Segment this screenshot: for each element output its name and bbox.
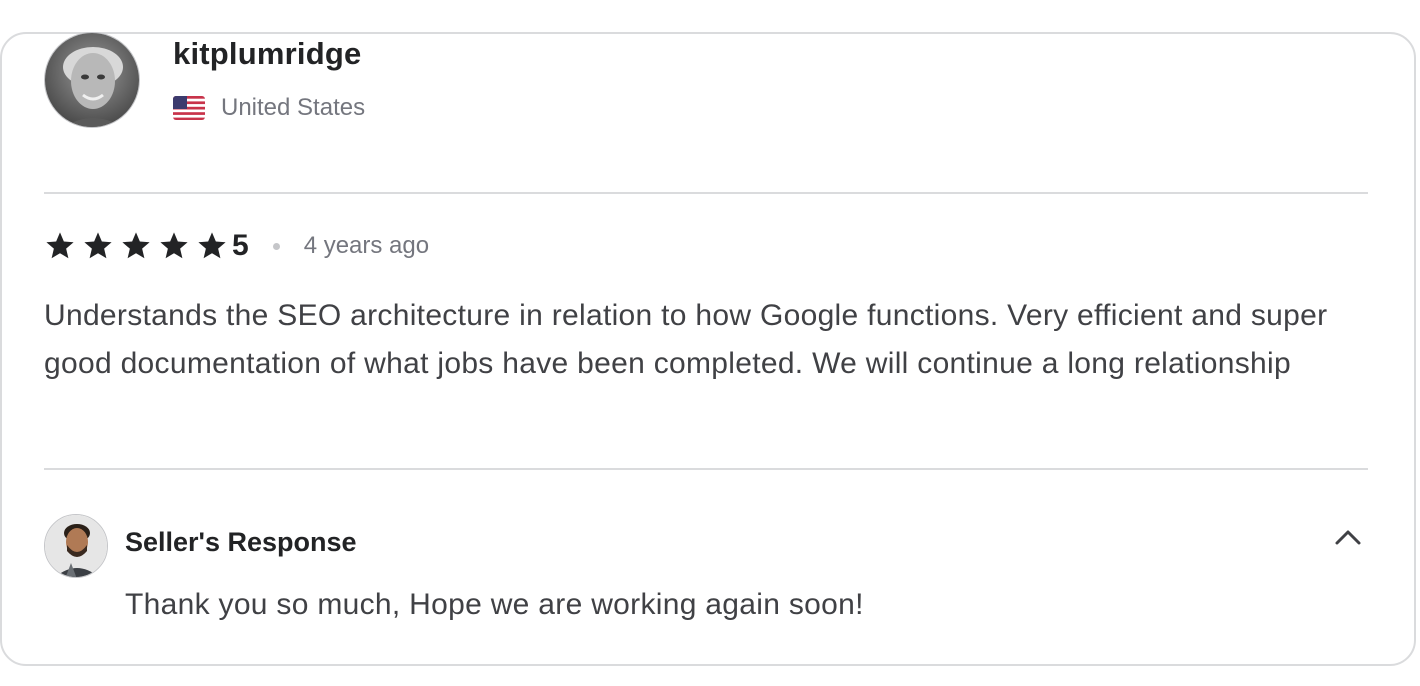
star-icon	[44, 230, 76, 262]
star-rating	[44, 230, 234, 262]
header-divider	[44, 192, 1368, 194]
reviewer-avatar-image	[45, 33, 139, 127]
review-text: Understands the SEO architecture in rela…	[44, 299, 1328, 380]
chevron-up-icon[interactable]	[1330, 520, 1366, 556]
star-icon	[196, 230, 228, 262]
rating-value: 5	[232, 229, 249, 262]
response-divider	[44, 468, 1368, 470]
seller-response-text: Thank you so much, Hope we are working a…	[125, 588, 864, 621]
country-name: United States	[221, 94, 366, 121]
seller-avatar-image	[45, 515, 107, 577]
seller-avatar[interactable]	[44, 514, 108, 578]
reviewer-header: kitplumridge United States	[44, 32, 1368, 128]
rating-row: 5 4 years ago	[44, 226, 429, 266]
reviewer-country: United States	[173, 94, 365, 122]
us-flag-icon	[173, 96, 205, 120]
star-icon	[158, 230, 190, 262]
reviewer-username[interactable]: kitplumridge	[173, 36, 361, 72]
seller-response-title: Seller's Response	[125, 527, 357, 557]
star-icon	[120, 230, 152, 262]
separator-dot	[272, 242, 280, 250]
review-time: 4 years ago	[303, 232, 430, 259]
reviewer-avatar[interactable]	[44, 32, 140, 128]
star-icon	[82, 230, 114, 262]
